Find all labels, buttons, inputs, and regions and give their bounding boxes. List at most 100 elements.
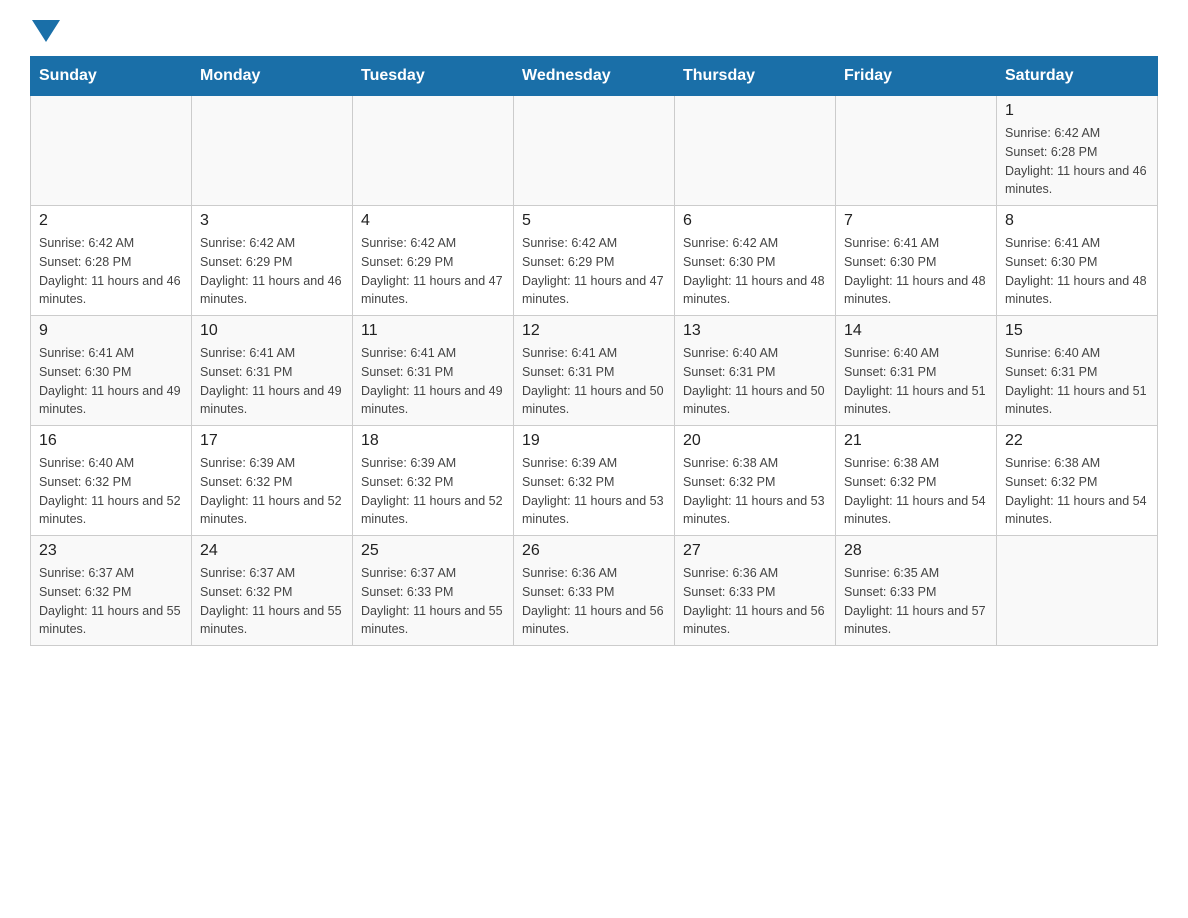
calendar-cell: 15 Sunrise: 6:40 AM Sunset: 6:31 PM Dayli… <box>997 316 1158 426</box>
calendar-cell: 1 Sunrise: 6:42 AM Sunset: 6:28 PM Daylig… <box>997 96 1158 206</box>
day-info: Sunrise: 6:39 AM Sunset: 6:32 PM Dayligh… <box>522 454 666 529</box>
day-info: Sunrise: 6:42 AM Sunset: 6:29 PM Dayligh… <box>522 234 666 309</box>
day-number: 25 <box>361 542 505 560</box>
calendar-cell <box>31 96 192 206</box>
calendar-cell <box>514 96 675 206</box>
calendar-cell: 4 Sunrise: 6:42 AM Sunset: 6:29 PM Daylig… <box>353 206 514 316</box>
day-number: 5 <box>522 212 666 230</box>
day-header-wednesday: Wednesday <box>514 57 675 96</box>
day-number: 10 <box>200 322 344 340</box>
week-row-1: 1 Sunrise: 6:42 AM Sunset: 6:28 PM Daylig… <box>31 96 1158 206</box>
week-row-4: 16Sunrise: 6:40 AM Sunset: 6:32 PM Dayli… <box>31 426 1158 536</box>
calendar-cell: 20 Sunrise: 6:38 AM Sunset: 6:32 PM Dayli… <box>675 426 836 536</box>
day-info: Sunrise: 6:37 AM Sunset: 6:32 PM Dayligh… <box>200 564 344 639</box>
day-header-tuesday: Tuesday <box>353 57 514 96</box>
day-number: 27 <box>683 542 827 560</box>
calendar-cell: 26 Sunrise: 6:36 AM Sunset: 6:33 PM Dayli… <box>514 536 675 646</box>
day-info: Sunrise: 6:41 AM Sunset: 6:31 PM Dayligh… <box>361 344 505 419</box>
day-header-saturday: Saturday <box>997 57 1158 96</box>
calendar-cell: 18 Sunrise: 6:39 AM Sunset: 6:32 PM Dayli… <box>353 426 514 536</box>
week-row-3: 9 Sunrise: 6:41 AM Sunset: 6:30 PM Daylig… <box>31 316 1158 426</box>
day-number: 16 <box>39 432 183 450</box>
calendar-cell: 27 Sunrise: 6:36 AM Sunset: 6:33 PM Dayli… <box>675 536 836 646</box>
day-number: 15 <box>1005 322 1149 340</box>
day-info: Sunrise: 6:36 AM Sunset: 6:33 PM Dayligh… <box>683 564 827 639</box>
day-info: Sunrise: 6:41 AM Sunset: 6:31 PM Dayligh… <box>522 344 666 419</box>
day-info: Sunrise: 6:41 AM Sunset: 6:30 PM Dayligh… <box>1005 234 1149 309</box>
calendar-cell: 14 Sunrise: 6:40 AM Sunset: 6:31 PM Dayli… <box>836 316 997 426</box>
calendar-cell <box>353 96 514 206</box>
day-number: 8 <box>1005 212 1149 230</box>
calendar-table: SundayMondayTuesdayWednesdayThursdayFrid… <box>30 56 1158 646</box>
calendar-cell: 5 Sunrise: 6:42 AM Sunset: 6:29 PM Daylig… <box>514 206 675 316</box>
calendar-cell: 10 Sunrise: 6:41 AM Sunset: 6:31 PM Dayli… <box>192 316 353 426</box>
week-row-5: 23 Sunrise: 6:37 AM Sunset: 6:32 PM Dayli… <box>31 536 1158 646</box>
day-header-sunday: Sunday <box>31 57 192 96</box>
day-number: 13 <box>683 322 827 340</box>
calendar-cell: 24 Sunrise: 6:37 AM Sunset: 6:32 PM Dayli… <box>192 536 353 646</box>
calendar-cell: 6 Sunrise: 6:42 AM Sunset: 6:30 PM Daylig… <box>675 206 836 316</box>
day-info: Sunrise: 6:37 AM Sunset: 6:32 PM Dayligh… <box>39 564 183 639</box>
calendar-cell: 13 Sunrise: 6:40 AM Sunset: 6:31 PM Dayli… <box>675 316 836 426</box>
calendar-cell: 22 Sunrise: 6:38 AM Sunset: 6:32 PM Dayli… <box>997 426 1158 536</box>
day-info: Sunrise: 6:40 AM Sunset: 6:31 PM Dayligh… <box>683 344 827 419</box>
day-number: 4 <box>361 212 505 230</box>
day-info: Sunrise: 6:38 AM Sunset: 6:32 PM Dayligh… <box>1005 454 1149 529</box>
day-info: Sunrise: 6:39 AM Sunset: 6:32 PM Dayligh… <box>200 454 344 529</box>
day-number: 6 <box>683 212 827 230</box>
day-info: Sunrise: 6:42 AM Sunset: 6:29 PM Dayligh… <box>200 234 344 309</box>
day-header-friday: Friday <box>836 57 997 96</box>
calendar-cell: 25 Sunrise: 6:37 AM Sunset: 6:33 PM Dayli… <box>353 536 514 646</box>
logo-triangle-icon <box>32 20 60 42</box>
calendar-cell: 2 Sunrise: 6:42 AM Sunset: 6:28 PM Daylig… <box>31 206 192 316</box>
day-number: 24 <box>200 542 344 560</box>
day-info: Sunrise: 6:41 AM Sunset: 6:30 PM Dayligh… <box>39 344 183 419</box>
day-info: Sunrise: 6:40 AM Sunset: 6:31 PM Dayligh… <box>844 344 988 419</box>
day-info: Sunrise: 6:36 AM Sunset: 6:33 PM Dayligh… <box>522 564 666 639</box>
day-header-monday: Monday <box>192 57 353 96</box>
day-info: Sunrise: 6:42 AM Sunset: 6:28 PM Dayligh… <box>1005 124 1149 199</box>
day-info: Sunrise: 6:42 AM Sunset: 6:28 PM Dayligh… <box>39 234 183 309</box>
day-number: 28 <box>844 542 988 560</box>
day-info: Sunrise: 6:40 AM Sunset: 6:31 PM Dayligh… <box>1005 344 1149 419</box>
calendar-cell: 3Sunrise: 6:42 AM Sunset: 6:29 PM Daylig… <box>192 206 353 316</box>
calendar-cell: 21Sunrise: 6:38 AM Sunset: 6:32 PM Dayli… <box>836 426 997 536</box>
page-header <box>30 20 1158 46</box>
day-number: 23 <box>39 542 183 560</box>
day-info: Sunrise: 6:41 AM Sunset: 6:31 PM Dayligh… <box>200 344 344 419</box>
calendar-cell <box>675 96 836 206</box>
day-info: Sunrise: 6:37 AM Sunset: 6:33 PM Dayligh… <box>361 564 505 639</box>
day-number: 9 <box>39 322 183 340</box>
day-number: 2 <box>39 212 183 230</box>
day-number: 22 <box>1005 432 1149 450</box>
calendar-cell: 8 Sunrise: 6:41 AM Sunset: 6:30 PM Daylig… <box>997 206 1158 316</box>
calendar-cell: 23 Sunrise: 6:37 AM Sunset: 6:32 PM Dayli… <box>31 536 192 646</box>
day-number: 18 <box>361 432 505 450</box>
day-number: 11 <box>361 322 505 340</box>
calendar-cell <box>192 96 353 206</box>
calendar-cell: 11 Sunrise: 6:41 AM Sunset: 6:31 PM Dayli… <box>353 316 514 426</box>
logo <box>30 20 60 46</box>
calendar-cell: 16Sunrise: 6:40 AM Sunset: 6:32 PM Dayli… <box>31 426 192 536</box>
day-number: 26 <box>522 542 666 560</box>
day-number: 12 <box>522 322 666 340</box>
day-number: 20 <box>683 432 827 450</box>
week-row-2: 2 Sunrise: 6:42 AM Sunset: 6:28 PM Daylig… <box>31 206 1158 316</box>
day-info: Sunrise: 6:41 AM Sunset: 6:30 PM Dayligh… <box>844 234 988 309</box>
calendar-cell: 19 Sunrise: 6:39 AM Sunset: 6:32 PM Dayli… <box>514 426 675 536</box>
day-number: 1 <box>1005 102 1149 120</box>
calendar-cell <box>836 96 997 206</box>
day-number: 14 <box>844 322 988 340</box>
calendar-cell: 9 Sunrise: 6:41 AM Sunset: 6:30 PM Daylig… <box>31 316 192 426</box>
calendar-cell: 17 Sunrise: 6:39 AM Sunset: 6:32 PM Dayli… <box>192 426 353 536</box>
day-headers-row: SundayMondayTuesdayWednesdayThursdayFrid… <box>31 57 1158 96</box>
day-info: Sunrise: 6:42 AM Sunset: 6:30 PM Dayligh… <box>683 234 827 309</box>
day-info: Sunrise: 6:39 AM Sunset: 6:32 PM Dayligh… <box>361 454 505 529</box>
day-info: Sunrise: 6:42 AM Sunset: 6:29 PM Dayligh… <box>361 234 505 309</box>
day-info: Sunrise: 6:38 AM Sunset: 6:32 PM Dayligh… <box>683 454 827 529</box>
day-number: 19 <box>522 432 666 450</box>
day-header-thursday: Thursday <box>675 57 836 96</box>
calendar-cell: 28 Sunrise: 6:35 AM Sunset: 6:33 PM Dayli… <box>836 536 997 646</box>
day-info: Sunrise: 6:35 AM Sunset: 6:33 PM Dayligh… <box>844 564 988 639</box>
day-number: 17 <box>200 432 344 450</box>
